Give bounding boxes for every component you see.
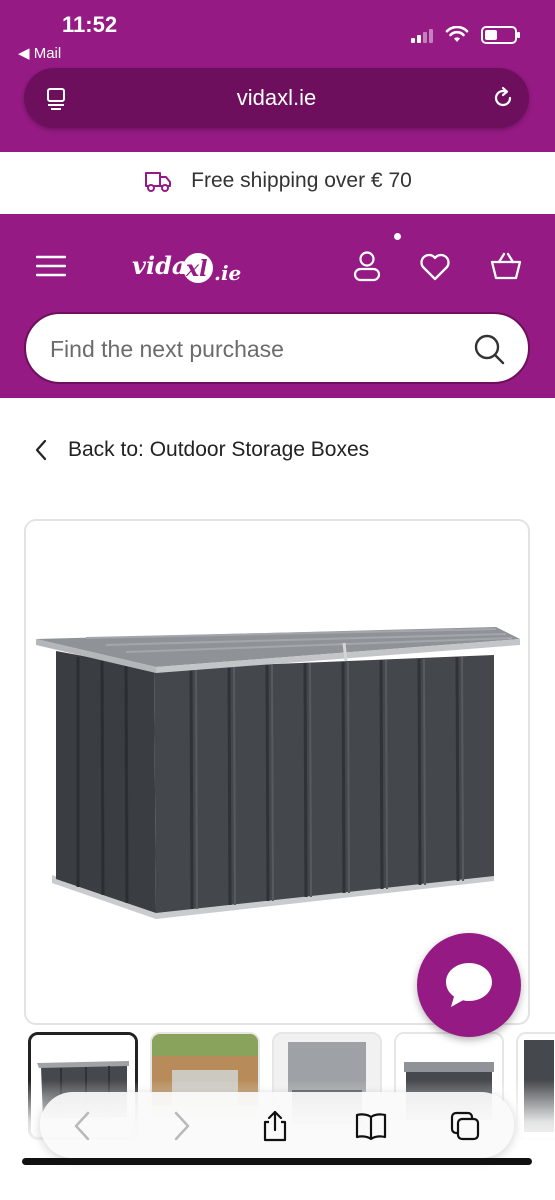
- shipping-banner: Free shipping over € 70: [0, 152, 555, 214]
- browser-chrome: 11:52 ◀ Mail vidaxl.ie: [0, 0, 555, 152]
- shipping-text: Free shipping over € 70: [191, 169, 412, 192]
- forward-arrow-icon[interactable]: [164, 1109, 198, 1143]
- page: 11:52 ◀ Mail vidaxl.ie Free shipping ove…: [0, 0, 555, 1200]
- chevron-left-icon: [35, 439, 47, 461]
- bookmarks-icon[interactable]: [354, 1109, 388, 1143]
- search-icon[interactable]: [472, 332, 506, 366]
- chat-bubble-icon: [446, 963, 492, 1007]
- basket-icon[interactable]: [488, 250, 524, 282]
- home-indicator: [22, 1158, 532, 1165]
- status-time: 11:52: [62, 12, 118, 37]
- breadcrumb-back-link[interactable]: Back to: Outdoor Storage Boxes: [34, 438, 369, 462]
- url-text[interactable]: vidaxl.ie: [24, 85, 529, 111]
- reload-icon[interactable]: [489, 84, 517, 112]
- address-bar[interactable]: vidaxl.ie: [24, 68, 529, 128]
- cellular-signal-icon: [411, 27, 433, 43]
- status-icons: [411, 26, 520, 44]
- delivery-truck-icon: [145, 172, 172, 192]
- chat-button[interactable]: [417, 933, 521, 1037]
- svg-text:vida: vida: [132, 251, 187, 280]
- vidaxl-logo[interactable]: vida xl .ie: [130, 244, 250, 292]
- safari-toolbar: [40, 1092, 514, 1158]
- search-box[interactable]: Find the next purchase: [24, 312, 530, 384]
- svg-text:.ie: .ie: [214, 261, 241, 285]
- svg-text:xl: xl: [185, 256, 207, 282]
- back-arrow-icon[interactable]: [66, 1109, 100, 1143]
- heart-icon[interactable]: [418, 252, 452, 282]
- tabs-icon[interactable]: [448, 1109, 482, 1143]
- wifi-icon: [445, 26, 469, 42]
- menu-icon[interactable]: [36, 254, 66, 278]
- notification-dot: [394, 233, 401, 240]
- back-to-mail-link[interactable]: ◀ Mail: [18, 44, 61, 62]
- share-icon[interactable]: [258, 1109, 292, 1143]
- search-input[interactable]: Find the next purchase: [50, 336, 284, 363]
- user-icon[interactable]: [352, 250, 382, 282]
- battery-icon: [481, 26, 520, 44]
- breadcrumb-label[interactable]: Back to: Outdoor Storage Boxes: [68, 438, 369, 462]
